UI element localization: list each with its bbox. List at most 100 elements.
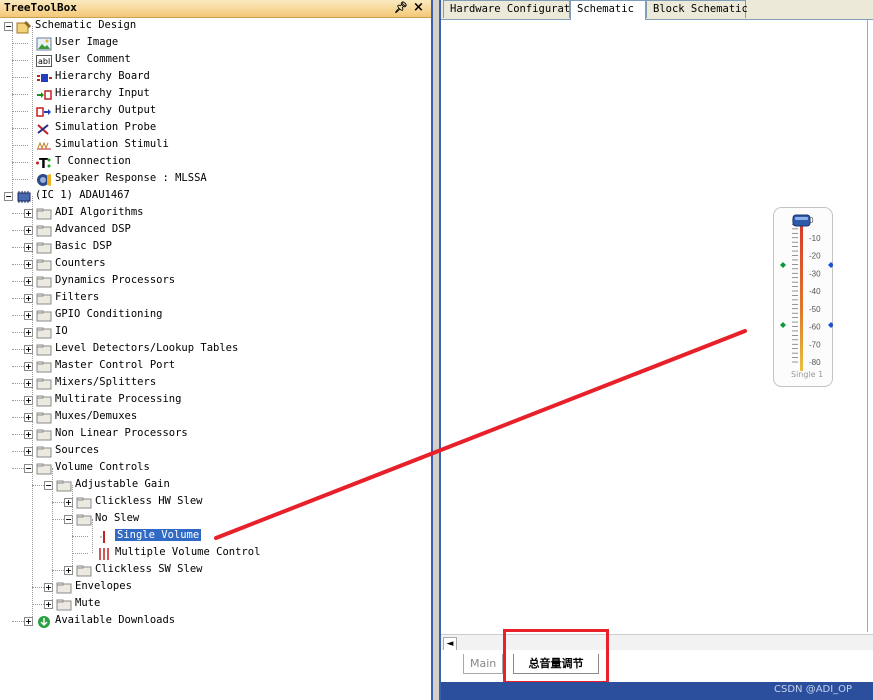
- hierarchy-board-icon: [36, 70, 52, 84]
- tree-item-label: IO: [55, 325, 68, 337]
- folder-icon: [36, 410, 52, 424]
- tree-connector: [12, 60, 28, 61]
- tree-item-label: Non Linear Processors: [55, 427, 188, 439]
- tree-connector: [12, 145, 28, 146]
- folder-icon: [36, 291, 52, 305]
- scroll-left-icon[interactable]: ◄: [443, 637, 457, 651]
- tab-hardware-configuration[interactable]: Hardware Configuration: [443, 0, 589, 18]
- folder-icon: [36, 393, 52, 407]
- tree-item[interactable]: Hierarchy Input: [0, 86, 431, 103]
- tree-item-label: Volume Controls: [55, 461, 150, 473]
- tree-item[interactable]: + Filters: [0, 290, 431, 307]
- tree-connector: [12, 43, 28, 44]
- slider-tick-label: -50: [809, 305, 821, 314]
- document-area: Hardware Configuration Schematic Block S…: [441, 0, 873, 700]
- tree-item[interactable]: User Image: [0, 35, 431, 52]
- tree-item[interactable]: − Adjustable Gain: [0, 477, 431, 494]
- tree-connector: [52, 468, 53, 604]
- annotation-highlight-box: [503, 629, 609, 684]
- folder-icon: [36, 359, 52, 373]
- single-volume-icon: [96, 529, 112, 543]
- tree-item[interactable]: + Mixers/Splitters: [0, 375, 431, 392]
- tree-item[interactable]: + Counters: [0, 256, 431, 273]
- tree-item[interactable]: Multiple Volume Control: [0, 545, 431, 562]
- tree-item[interactable]: + Mute: [0, 596, 431, 613]
- volume-slider-control[interactable]: 0-10-20-30-40-50-60-70-80: [773, 207, 833, 387]
- slider-tick-labels: 0-10-20-30-40-50-60-70-80: [809, 216, 821, 367]
- slider-label: Single 1: [791, 370, 824, 379]
- tree-item[interactable]: − No Slew: [0, 511, 431, 528]
- tree-item-label: Hierarchy Output: [55, 104, 157, 116]
- tree-item[interactable]: + Clickless HW Slew: [0, 494, 431, 511]
- tree-item[interactable]: − Schematic Design: [0, 18, 431, 35]
- tree-connector: [32, 26, 33, 179]
- tree-connector: [12, 77, 28, 78]
- folder-icon: [56, 580, 72, 594]
- schematic-canvas[interactable]: 0 -10 -20 -30 -40 -50 -60 -70 -80 Single 1: [441, 20, 868, 632]
- tree-item[interactable]: − (IC 1) ADAU1467: [0, 188, 431, 205]
- panel-splitter[interactable]: [431, 0, 441, 700]
- tree-item-label: Level Detectors/Lookup Tables: [55, 342, 239, 354]
- slider-tick-label: -30: [809, 269, 821, 278]
- status-bar: CSDN @ADI_OP: [441, 682, 873, 700]
- multiple-volume-icon: [96, 546, 112, 560]
- tree-item[interactable]: + IO: [0, 324, 431, 341]
- text-field-icon: abl: [36, 53, 52, 67]
- tree-item[interactable]: Simulation Stimuli: [0, 137, 431, 154]
- sheet-tab-main[interactable]: Main: [463, 654, 503, 674]
- tree-item-label: Simulation Stimuli: [55, 138, 169, 150]
- tree-item-label: Counters: [55, 257, 106, 269]
- tree-item[interactable]: + Available Downloads: [0, 613, 431, 630]
- tree-item[interactable]: + Advanced DSP: [0, 222, 431, 239]
- tree-item-label: Filters: [55, 291, 100, 303]
- tree-item[interactable]: abl User Comment: [0, 52, 431, 69]
- tree-item-label: Basic DSP: [55, 240, 112, 252]
- tree-connector: [72, 536, 88, 537]
- tree-item[interactable]: Speaker Response : MLSSA: [0, 171, 431, 188]
- tree-item[interactable]: + Multirate Processing: [0, 392, 431, 409]
- folder-icon: [36, 444, 52, 458]
- tree-item-label: Dynamics Processors: [55, 274, 176, 286]
- speaker-icon: [36, 172, 52, 186]
- tree-item[interactable]: + GPIO Conditioning: [0, 307, 431, 324]
- slider-thumb[interactable]: [792, 214, 811, 227]
- folder-icon: [36, 206, 52, 220]
- tree-item[interactable]: + Non Linear Processors: [0, 426, 431, 443]
- tree-item-label: User Image: [55, 36, 119, 48]
- image-icon: [36, 36, 52, 51]
- tree-item[interactable]: + Clickless SW Slew: [0, 562, 431, 579]
- tree-item-label: Envelopes: [75, 580, 132, 592]
- tree-item[interactable]: + Sources: [0, 443, 431, 460]
- folder-icon: [36, 274, 52, 288]
- tree-item[interactable]: Simulation Probe: [0, 120, 431, 137]
- svg-text:abl: abl: [38, 57, 50, 66]
- tree-item-label: Muxes/Demuxes: [55, 410, 138, 422]
- tree-item[interactable]: Hierarchy Board: [0, 69, 431, 86]
- tab-block-schematic[interactable]: Block Schematic: [646, 0, 748, 18]
- t-connection-icon: T: [36, 155, 52, 172]
- tree-item[interactable]: + Basic DSP: [0, 239, 431, 256]
- tree-item[interactable]: T T Connection: [0, 154, 431, 172]
- tree-item[interactable]: Single Volume: [0, 528, 431, 545]
- tree-item[interactable]: + Level Detectors/Lookup Tables: [0, 341, 431, 358]
- tree-item[interactable]: + Dynamics Processors: [0, 273, 431, 290]
- tree-item-label: Available Downloads: [55, 614, 176, 626]
- tree-item[interactable]: + Master Control Port: [0, 358, 431, 375]
- tree-item[interactable]: − Volume Controls: [0, 460, 431, 477]
- tree-item[interactable]: Hierarchy Output: [0, 103, 431, 120]
- tree-toolbox-panel: TreeToolBox 📌︎ × − Schematic Design User I…: [0, 0, 431, 700]
- tab-schematic[interactable]: Schematic: [570, 0, 646, 20]
- tree-item-label: (IC 1) ADAU1467: [35, 189, 130, 201]
- folder-icon: [36, 325, 52, 339]
- folder-icon: [36, 240, 52, 254]
- hierarchy-input-icon: [36, 87, 52, 101]
- tree-item[interactable]: + Envelopes: [0, 579, 431, 596]
- tree-connector: [12, 94, 28, 95]
- slider-track: [800, 225, 803, 371]
- tree-item[interactable]: + Muxes/Demuxes: [0, 409, 431, 426]
- tree-connector: [12, 128, 28, 129]
- tree-item[interactable]: + ADI Algorithms: [0, 205, 431, 222]
- pin-icon[interactable]: 📌︎: [394, 1, 408, 14]
- close-icon[interactable]: ×: [413, 0, 424, 15]
- hierarchy-output-icon: [36, 104, 52, 118]
